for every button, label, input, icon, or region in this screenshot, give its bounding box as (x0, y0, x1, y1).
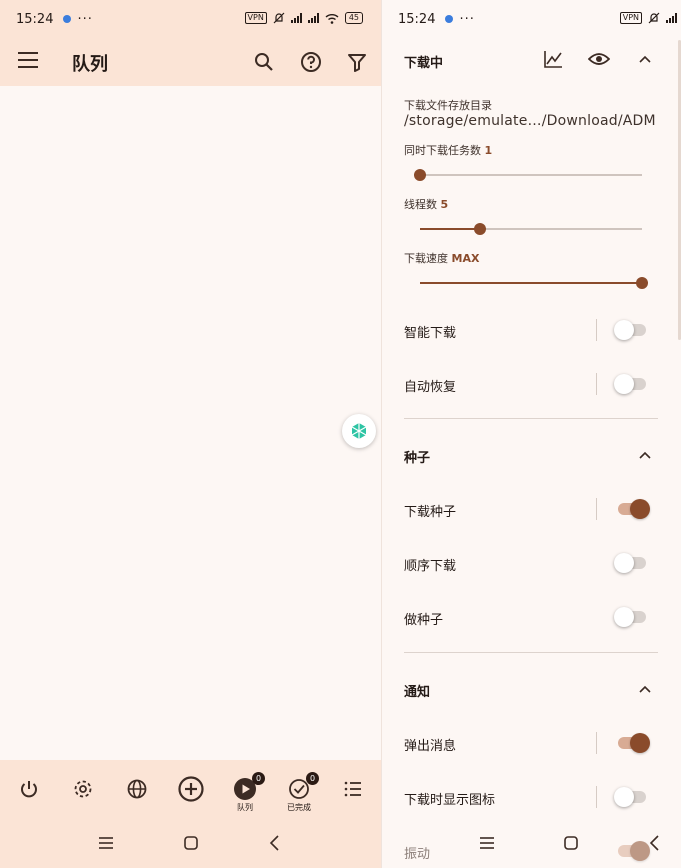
signal-icon (290, 13, 302, 23)
recents-icon[interactable] (95, 832, 117, 854)
mute-bell-icon (273, 12, 285, 24)
settings-icon[interactable] (68, 774, 98, 804)
smart-download-toggle[interactable] (614, 320, 648, 340)
system-nav-bar-right (382, 820, 681, 868)
dir-label: 下载文件存放目录 (404, 99, 492, 112)
speed-value: MAX (451, 252, 480, 265)
status-bar-right: 15:24 ··· VPN (382, 0, 681, 38)
home-icon[interactable] (180, 832, 202, 854)
notification-dot-icon (445, 15, 454, 23)
home-icon[interactable] (560, 832, 582, 854)
signal2-icon (307, 13, 319, 23)
threads-value: 5 (440, 198, 449, 211)
status-bar: 15:24 ··· VPN 45 (0, 0, 381, 38)
popup-message-label: 弹出消息 (404, 739, 457, 754)
show-icon-label: 下载时显示图标 (404, 793, 496, 808)
slider-fill (420, 282, 642, 284)
help-icon[interactable] (299, 50, 323, 74)
section-notify-header: 通知 (404, 685, 431, 700)
section-divider (404, 652, 658, 653)
speed-slider[interactable] (420, 275, 648, 291)
queue-screen: 15:24 ··· VPN 45 队列 0 队列 0 已完成 (0, 0, 381, 868)
bottom-toolbar: 0 队列 0 已完成 (0, 760, 381, 820)
globe-icon[interactable] (122, 774, 152, 804)
power-icon[interactable] (14, 774, 44, 804)
search-icon[interactable] (252, 50, 276, 74)
status-time: 15:24 (16, 11, 54, 27)
threads-label-text: 线程数 (404, 198, 437, 211)
section-torrent-header: 种子 (404, 451, 431, 466)
divider (596, 498, 597, 520)
sequential-download-label: 顺序下载 (404, 559, 457, 574)
section-downloading-header: 下载中 (404, 56, 444, 71)
app-bar: 队列 (0, 38, 381, 86)
page-title: 队列 (72, 54, 108, 75)
show-icon-toggle[interactable] (614, 787, 648, 807)
seeding-toggle[interactable] (614, 607, 648, 627)
speed-label: 下载速度 MAX (404, 250, 479, 266)
vpn-icon: VPN (244, 12, 267, 24)
back-icon[interactable] (644, 832, 666, 854)
dir-value[interactable]: /storage/emulate…/Download/ADM (404, 113, 656, 129)
add-icon[interactable] (176, 774, 206, 804)
slider-thumb[interactable] (414, 169, 426, 181)
section-divider (404, 418, 658, 419)
list-icon[interactable] (338, 774, 368, 804)
auto-resume-label: 自动恢复 (404, 380, 457, 395)
concurrent-label: 同时下载任务数 1 (404, 142, 492, 158)
divider (596, 786, 597, 808)
queue-badge: 0 (252, 772, 265, 785)
threads-slider[interactable] (420, 221, 642, 237)
settings-drawer: 15:24 ··· VPN 下载中 下载文件存放目录 /storage/emul… (381, 0, 681, 868)
divider (596, 319, 597, 341)
smart-download-label: 智能下载 (404, 326, 457, 341)
eye-icon[interactable] (588, 49, 610, 69)
done-tab[interactable]: 0 (284, 772, 319, 804)
signal-icon (666, 13, 677, 23)
status-more: ··· (77, 11, 93, 27)
status-icons-right: VPN (619, 12, 677, 24)
slider-thumb[interactable] (636, 277, 648, 289)
wifi-icon (325, 13, 339, 24)
speed-label-text: 下载速度 (404, 252, 448, 265)
download-torrent-label: 下载种子 (404, 505, 457, 520)
seeding-label: 做种子 (404, 613, 444, 628)
status-icons: VPN 45 (244, 12, 363, 24)
popup-message-toggle[interactable] (616, 733, 650, 753)
slider-track (420, 174, 642, 176)
slider-thumb[interactable] (473, 223, 486, 235)
notification-dot-icon (63, 15, 72, 23)
done-badge: 0 (306, 772, 319, 785)
system-nav-bar (0, 820, 381, 868)
status-time-right: 15:24 (398, 11, 436, 27)
queue-tab-label: 队列 (237, 803, 253, 812)
chart-icon[interactable] (542, 48, 564, 70)
divider (596, 373, 597, 395)
divider (596, 732, 597, 754)
queue-tab[interactable]: 0 (230, 772, 265, 804)
threads-label: 线程数 5 (404, 196, 448, 212)
app-float-icon[interactable] (342, 414, 376, 448)
chevron-up-icon[interactable] (638, 684, 652, 694)
chevron-up-icon[interactable] (638, 450, 652, 460)
done-tab-label: 已完成 (287, 803, 311, 812)
sequential-download-toggle[interactable] (614, 553, 648, 573)
recents-icon[interactable] (476, 832, 498, 854)
concurrent-value: 1 (484, 144, 493, 157)
menu-icon[interactable] (18, 52, 38, 68)
status-more-right: ··· (459, 11, 475, 27)
filter-icon[interactable] (345, 50, 369, 74)
slider-fill (420, 228, 480, 230)
back-icon[interactable] (264, 832, 286, 854)
battery-icon: 45 (344, 12, 363, 24)
download-torrent-toggle[interactable] (616, 499, 650, 519)
auto-resume-toggle[interactable] (614, 374, 648, 394)
mute-bell-icon (648, 12, 660, 24)
vpn-icon: VPN (619, 12, 642, 24)
concurrent-slider[interactable] (414, 167, 642, 183)
concurrent-label-text: 同时下载任务数 (404, 144, 481, 157)
chevron-up-icon[interactable] (638, 54, 652, 64)
